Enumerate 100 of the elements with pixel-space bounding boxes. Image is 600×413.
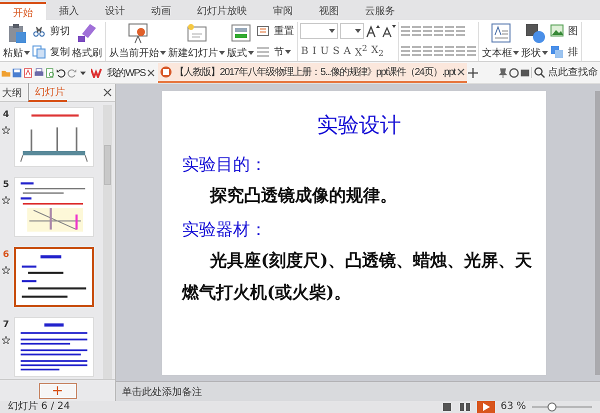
align-icon[interactable] bbox=[445, 45, 454, 57]
new-tab-icon[interactable] bbox=[468, 68, 478, 78]
slide-title: 实验设计 bbox=[316, 112, 402, 139]
caret-icon bbox=[329, 29, 335, 33]
caret-icon bbox=[248, 51, 254, 55]
document-icon bbox=[160, 66, 172, 78]
notes-field[interactable]: 单击此处添加备注 bbox=[116, 381, 600, 401]
align-icon[interactable] bbox=[423, 45, 432, 57]
ribbon-button[interactable]: 从当前开始 bbox=[109, 22, 166, 60]
ribbon-button[interactable]: 格式刷 bbox=[72, 22, 102, 60]
ribbon-button[interactable]: 版式 bbox=[227, 22, 254, 60]
star-icon bbox=[2, 196, 10, 204]
save-icon[interactable] bbox=[12, 68, 22, 78]
slide-text: 光具座(刻度尺)、凸透镜、蜡烛、光屏、天燃气打火机(或火柴)。 bbox=[182, 250, 534, 305]
menu-tab[interactable]: 开始 bbox=[0, 2, 46, 20]
align-icon[interactable] bbox=[456, 45, 465, 57]
ribbon-button[interactable]: 图 bbox=[550, 22, 578, 40]
scrollbar[interactable] bbox=[595, 91, 600, 375]
ribbon-button[interactable]: 剪切 bbox=[32, 22, 70, 40]
ribbon-button[interactable]: 排 bbox=[550, 43, 578, 61]
caret-icon bbox=[219, 51, 225, 55]
list-icon[interactable] bbox=[445, 25, 454, 37]
format-button[interactable]: A bbox=[342, 46, 352, 56]
ribbon-button[interactable]: 重置 bbox=[256, 22, 294, 40]
list-icon[interactable] bbox=[401, 25, 410, 37]
align-icon[interactable] bbox=[412, 45, 421, 57]
document-tab[interactable]: 【人教版】2017年八年级物理上册：5...像的规律》ppt课件（24页）.ppt bbox=[158, 62, 468, 82]
normal-view-icon[interactable] bbox=[440, 402, 453, 412]
document-tab[interactable]: 我的WPS bbox=[89, 62, 158, 82]
star-icon bbox=[2, 336, 10, 344]
sorter-view-icon[interactable] bbox=[458, 402, 471, 412]
caret-icon bbox=[355, 29, 361, 33]
format-button[interactable]: B bbox=[300, 46, 310, 56]
zoom-level: 63 % bbox=[500, 401, 526, 413]
slide-number: 5 bbox=[2, 180, 10, 190]
shrink-font-icon[interactable] bbox=[382, 24, 396, 38]
menu-tab[interactable]: 设计 bbox=[92, 2, 138, 20]
close-icon[interactable] bbox=[147, 68, 156, 76]
print-icon[interactable] bbox=[34, 68, 44, 78]
pdf-icon[interactable] bbox=[23, 68, 33, 78]
arrange-icon bbox=[550, 45, 564, 59]
panel-tab[interactable]: 幻灯片 bbox=[28, 83, 67, 102]
caret-icon bbox=[542, 51, 548, 55]
panel-tab[interactable]: 大纲 bbox=[0, 84, 24, 101]
list-icon[interactable] bbox=[423, 25, 432, 37]
menu-tab[interactable]: 云服务 bbox=[352, 2, 408, 20]
slide-number: 4 bbox=[2, 110, 10, 120]
list-icon[interactable] bbox=[412, 25, 421, 37]
slide-number: 6 bbox=[2, 250, 10, 260]
add-slide-button[interactable]: + bbox=[38, 382, 76, 398]
wps-logo-icon bbox=[91, 68, 105, 78]
caret-icon bbox=[513, 51, 519, 55]
caret-icon bbox=[160, 51, 166, 55]
ribbon-button[interactable]: 粘贴 bbox=[3, 22, 30, 60]
caret-icon bbox=[285, 50, 291, 54]
menu-tab[interactable]: 动画 bbox=[138, 2, 184, 20]
format-button[interactable]: X$^{2}$ bbox=[354, 43, 368, 59]
ribbon-button[interactable]: 节 bbox=[256, 43, 294, 61]
scroll-thumb[interactable] bbox=[104, 145, 111, 185]
close-icon[interactable] bbox=[103, 88, 112, 97]
list-icon[interactable] bbox=[456, 25, 465, 37]
scissors-icon bbox=[32, 24, 46, 38]
font-name-field[interactable] bbox=[300, 23, 338, 39]
copy-icon bbox=[32, 45, 46, 59]
star-icon bbox=[2, 126, 10, 134]
shapes-icon bbox=[524, 22, 546, 44]
format-button[interactable]: U bbox=[319, 46, 330, 56]
format-button[interactable]: S bbox=[332, 46, 341, 56]
ribbon-button[interactable]: 复制 bbox=[32, 43, 70, 61]
format-button[interactable]: I bbox=[311, 46, 318, 56]
slide-thumbnail[interactable] bbox=[14, 247, 94, 307]
grow-font-icon[interactable] bbox=[366, 24, 380, 38]
menu-tab[interactable]: 幻灯片放映 bbox=[184, 2, 260, 20]
close-icon[interactable] bbox=[457, 68, 466, 76]
caret-icon bbox=[24, 51, 30, 55]
menu-tab[interactable]: 审阅 bbox=[260, 2, 306, 20]
slide-text: 探究凸透镜成像的规律。 bbox=[208, 185, 398, 208]
star-icon bbox=[2, 266, 10, 274]
play-button[interactable] bbox=[476, 401, 495, 413]
align-icon[interactable] bbox=[434, 45, 443, 57]
align-icon[interactable] bbox=[467, 45, 476, 57]
scrollbar[interactable] bbox=[103, 105, 112, 379]
list-icon[interactable] bbox=[434, 25, 443, 37]
menu-tab[interactable]: 视图 bbox=[306, 2, 352, 20]
format-button[interactable]: X$_{2}$ bbox=[370, 44, 385, 58]
search-icon bbox=[534, 67, 545, 78]
ribbon-button[interactable]: 新建幻灯片 bbox=[168, 22, 225, 60]
slide-number: 7 bbox=[2, 320, 10, 330]
slide-count: 幻灯片 6 / 24 bbox=[8, 401, 70, 413]
slide-heading: 实验目的： bbox=[182, 154, 268, 176]
align-icon[interactable] bbox=[401, 45, 410, 57]
pin-icon[interactable] bbox=[498, 68, 508, 78]
ribbon-button[interactable]: 形状 bbox=[521, 22, 548, 60]
zoom-slider-icon[interactable] bbox=[532, 402, 592, 412]
undo-icon[interactable] bbox=[56, 68, 66, 78]
play-icon bbox=[482, 403, 490, 411]
ribbon-button[interactable]: 文本框 bbox=[482, 22, 519, 60]
search-field[interactable]: 点此查找命 bbox=[531, 67, 599, 78]
menu-tab[interactable]: 插入 bbox=[46, 2, 92, 20]
font-size-field[interactable] bbox=[340, 23, 364, 39]
